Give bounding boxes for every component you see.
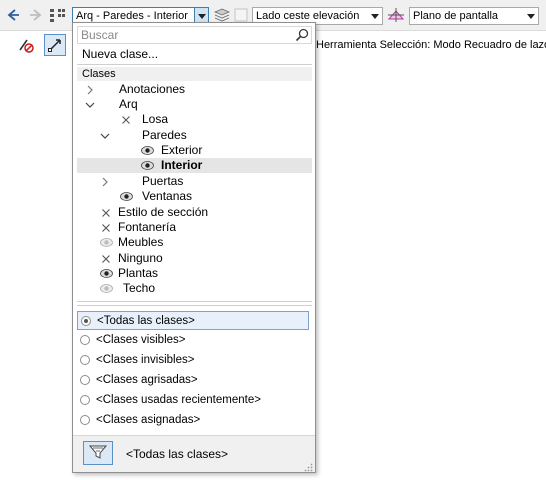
select-mode-icon[interactable] [44,34,66,56]
plane-dropdown[interactable]: Plano de pantalla [409,7,539,25]
filter-assigned-classes[interactable]: <Clases asignadas> [77,411,309,430]
class-label: Ninguno [118,251,163,265]
class-label: Interior [161,158,203,172]
current-filter-label: <Todas las clases> [126,447,229,461]
back-arrow-icon[interactable] [4,6,22,24]
filter-all-classes[interactable]: <Todas las clases> [77,311,309,330]
chevron-down-icon[interactable] [368,8,382,24]
class-label: Techo [123,281,156,295]
filter-label: <Clases invisibles> [96,354,195,366]
class-item-exterior[interactable]: Exterior [77,143,312,158]
class-label: Fontanería [118,220,177,234]
radio-button[interactable] [81,316,91,326]
class-item-ventanas[interactable]: Ventanas [77,189,312,204]
chevron-right-icon[interactable] [85,84,95,95]
class-item-ninguno[interactable]: Ninguno [77,251,312,266]
forward-arrow-icon[interactable] [27,6,45,24]
invisible-x-icon[interactable] [119,113,133,126]
class-hierarchy-icon[interactable] [49,6,67,24]
visible-eye-icon[interactable] [99,267,113,280]
chevron-down-icon[interactable] [100,130,110,140]
class-item-interior[interactable]: Interior [77,158,312,173]
class-label: Exterior [161,143,203,157]
working-plane-icon[interactable] [387,6,405,24]
filter-label: <Clases agrisadas> [96,374,198,386]
class-item-anotaciones[interactable]: Anotaciones [77,82,312,97]
class-label: Meubles [118,235,164,249]
disable-snap-icon[interactable] [15,34,37,56]
panel-footer: <Todas las clases> [73,435,315,472]
class-item-plantas[interactable]: Plantas [77,266,312,281]
invisible-x-icon[interactable] [99,221,113,234]
resize-grip-icon[interactable] [304,461,313,472]
filter-toggle-button[interactable] [83,441,113,465]
filter-label: <Clases visibles> [96,334,186,346]
invisible-x-icon[interactable] [99,206,113,219]
grayed-eye-icon[interactable] [99,282,113,295]
filter-label: <Clases asignadas> [96,414,201,426]
class-item-losa[interactable]: Losa [77,112,312,127]
class-label: Puertas [142,174,184,188]
elevation-side-value: Lado ceste elevación [256,10,360,22]
radio-button[interactable] [80,415,90,425]
filter-grayed-classes[interactable]: <Clases agrisadas> [77,371,309,390]
invisible-x-icon[interactable] [99,252,113,265]
class-label: Estilo de sección [118,205,209,219]
tool-mode-hint: Herramienta Selección: Modo Recuadro de … [316,39,546,51]
active-class-value: Arq - Paredes - Interior [76,10,188,22]
class-item-techo[interactable]: Techo [77,281,312,296]
divider [77,305,312,306]
class-item-arq[interactable]: Arq [77,97,312,112]
class-search-input[interactable]: Buscar [77,26,312,44]
radio-button[interactable] [80,355,90,365]
radio-button[interactable] [80,335,90,345]
class-item-paredes[interactable]: Paredes [77,128,312,143]
filter-icon [88,444,108,463]
class-label: Ventanas [142,189,193,203]
class-label: Arq [119,97,138,111]
class-item-fontaneria[interactable]: Fontanería [77,220,312,235]
new-class-item[interactable]: Nueva clase... [82,47,158,61]
radio-button[interactable] [80,395,90,405]
filter-invisible-classes[interactable]: <Clases invisibles> [77,351,309,370]
search-placeholder: Buscar [81,28,119,42]
search-icon [295,28,309,42]
filter-label: <Clases usadas recientemente> [96,394,261,406]
chevron-right-icon[interactable] [100,176,110,187]
filter-recent-classes[interactable]: <Clases usadas recientemente> [77,391,309,410]
class-label: Losa [142,112,169,126]
class-item-meubles[interactable]: Meubles [77,235,312,250]
chevron-down-icon[interactable] [524,8,538,24]
visible-eye-icon[interactable] [140,159,154,172]
chevron-down-icon[interactable] [85,99,95,109]
plane-value: Plano de pantalla [413,10,499,22]
class-label: Anotaciones [119,82,186,96]
class-label: Paredes [142,128,187,142]
divider [77,301,312,302]
divider [77,64,312,65]
radio-button[interactable] [80,375,90,385]
class-item-estilo-de-seccion[interactable]: Estilo de sección [77,205,312,220]
classes-section-header: Clases [77,67,312,81]
class-label: Plantas [118,266,159,280]
grayed-eye-icon[interactable] [99,236,113,249]
filter-visible-classes[interactable]: <Clases visibles> [77,331,309,350]
filter-label: <Todas las clases> [97,315,195,327]
visible-eye-icon[interactable] [119,190,133,203]
class-dropdown-panel: Buscar Nueva clase... Clases Anotaciones… [72,22,316,473]
visible-eye-icon[interactable] [140,144,154,157]
class-item-puertas[interactable]: Puertas [77,174,312,189]
